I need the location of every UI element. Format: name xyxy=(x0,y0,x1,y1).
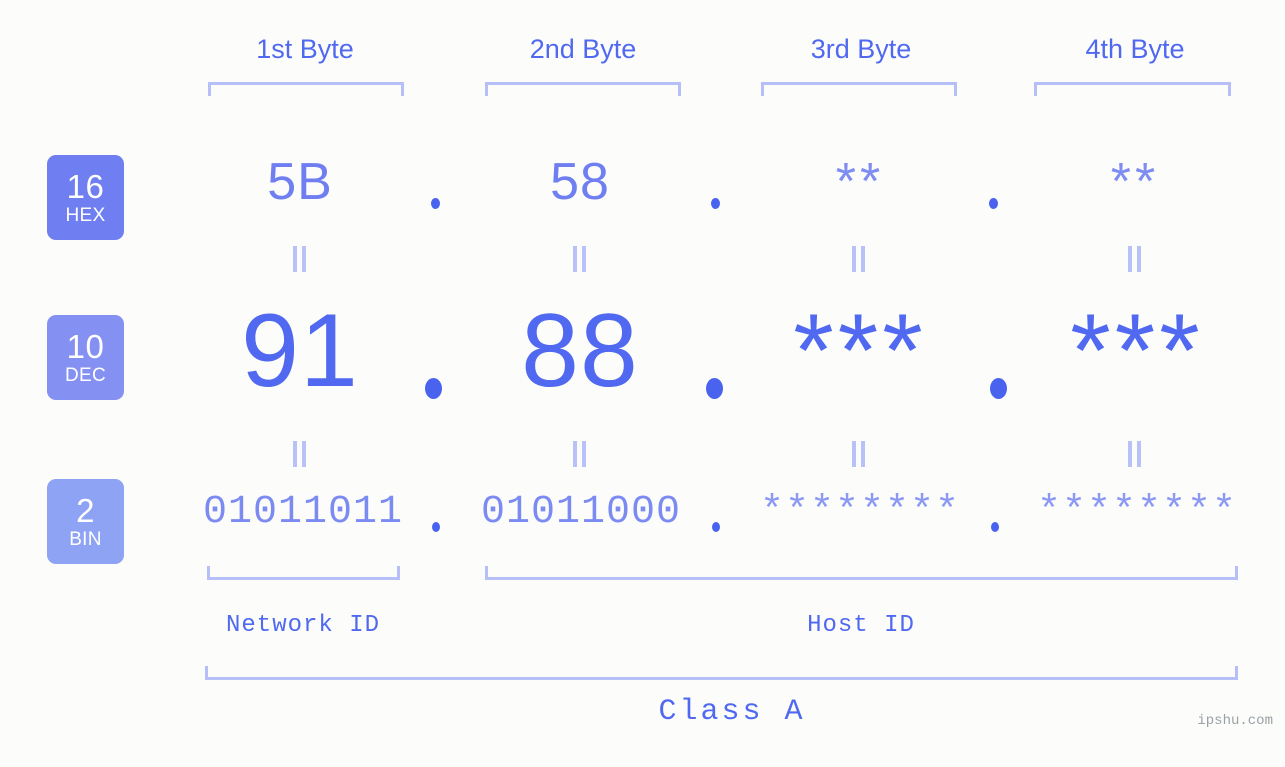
hex-separator-dot-2 xyxy=(711,198,720,209)
equals-mark-dec-bin-2 xyxy=(572,441,589,467)
network-id-label: Network ID xyxy=(225,612,381,639)
equals-mark-dec-bin-1 xyxy=(292,441,309,467)
hex-separator-dot-1 xyxy=(431,198,440,209)
class-label: Class A xyxy=(658,695,806,729)
byte-header-1: 1st Byte xyxy=(256,34,354,64)
bin-separator-dot-1 xyxy=(432,522,440,532)
network-id-bracket xyxy=(207,566,400,580)
base-badge-dec-number: 10 xyxy=(66,328,105,365)
equals-mark-hex-dec-4 xyxy=(1127,246,1144,272)
dec-separator-dot-2 xyxy=(706,378,723,399)
byte-header-4: 4th Byte xyxy=(1085,34,1185,64)
class-bracket xyxy=(205,666,1238,680)
equals-mark-hex-dec-1 xyxy=(292,246,309,272)
hex-byte-1: 5B xyxy=(267,153,333,211)
dec-byte-2: 88 xyxy=(521,293,639,409)
dec-separator-dot-1 xyxy=(425,378,442,399)
base-badge-bin: 2 BIN xyxy=(47,479,124,564)
host-id-label: Host ID xyxy=(807,612,915,639)
equals-mark-hex-dec-3 xyxy=(851,246,868,272)
dec-byte-3: *** xyxy=(793,293,927,409)
base-badge-bin-number: 2 xyxy=(76,492,95,529)
base-badge-hex-number: 16 xyxy=(66,168,105,205)
bin-byte-2: 01011000 xyxy=(480,490,682,535)
bin-byte-4: ******** xyxy=(1036,490,1238,535)
site-watermark: ipshu.com xyxy=(1197,713,1273,729)
byte-bracket-4 xyxy=(1034,82,1231,96)
dec-byte-1: 91 xyxy=(241,293,359,409)
hex-byte-4: ** xyxy=(1110,153,1160,211)
equals-mark-dec-bin-4 xyxy=(1127,441,1144,467)
byte-bracket-1 xyxy=(208,82,404,96)
bin-byte-3: ******** xyxy=(759,490,961,535)
base-badge-hex: 16 HEX xyxy=(47,155,124,240)
hex-byte-2: 58 xyxy=(550,153,610,211)
base-badge-dec: 10 DEC xyxy=(47,315,124,400)
base-badge-hex-name: HEX xyxy=(65,205,106,226)
base-badge-bin-name: BIN xyxy=(69,529,102,550)
hex-byte-3: ** xyxy=(835,153,885,211)
equals-mark-hex-dec-2 xyxy=(572,246,589,272)
byte-bracket-3 xyxy=(761,82,957,96)
bin-separator-dot-3 xyxy=(991,522,999,532)
hex-separator-dot-3 xyxy=(989,198,998,209)
equals-mark-dec-bin-3 xyxy=(851,441,868,467)
byte-header-2: 2nd Byte xyxy=(529,34,637,64)
byte-bracket-2 xyxy=(485,82,681,96)
bin-byte-1: 01011011 xyxy=(202,490,404,535)
dec-byte-4: *** xyxy=(1070,293,1204,409)
byte-header-3: 3rd Byte xyxy=(810,34,912,64)
base-badge-dec-name: DEC xyxy=(64,365,106,386)
bin-separator-dot-2 xyxy=(712,522,720,532)
dec-separator-dot-3 xyxy=(990,378,1007,399)
ip-address-breakdown-diagram: 1st Byte 2nd Byte 3rd Byte 4th Byte 16 H… xyxy=(0,0,1285,767)
host-id-bracket xyxy=(485,566,1238,580)
